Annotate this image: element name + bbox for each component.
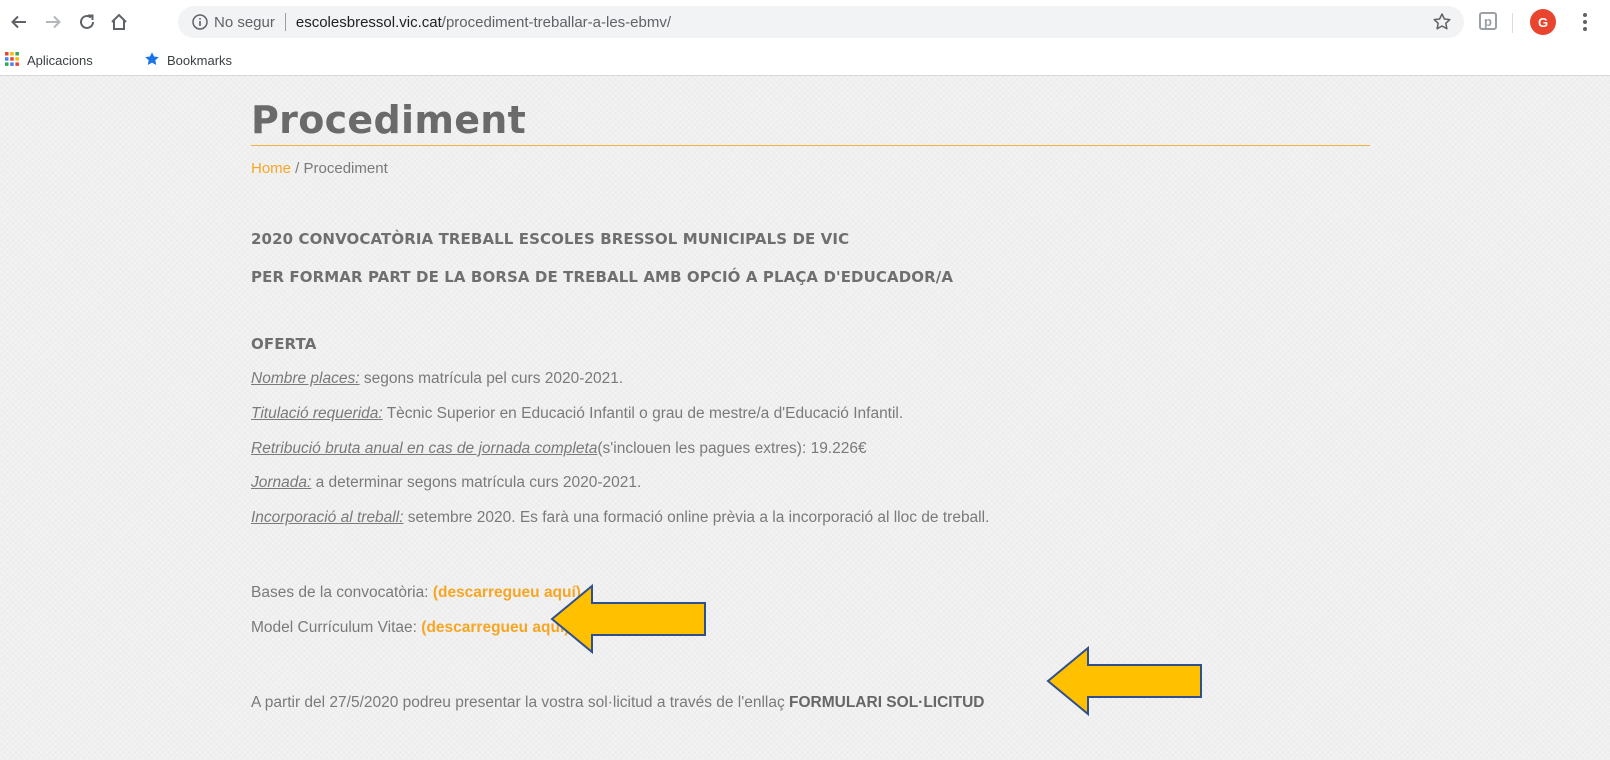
offer-item-text: setembre 2020. Es farà una formació onli… (403, 509, 990, 526)
bookmark-star-icon[interactable] (1432, 12, 1452, 37)
bookmarks-bar: Aplicacions Bookmarks (0, 46, 1610, 76)
offer-item-key: Incorporació al treball: (251, 509, 404, 526)
offer-heading: OFERTA (251, 335, 317, 353)
bookmark-apps[interactable]: Aplicacions (4, 51, 93, 70)
left-arrow-icon (550, 583, 706, 655)
bookmark-folder-label: Bookmarks (167, 53, 233, 68)
security-label[interactable]: No segur (214, 14, 275, 31)
offer-item-text: a determinar segons matrícula curs 2020-… (311, 474, 642, 491)
offer-item: Titulació requerida: Tècnic Superior en … (251, 405, 903, 423)
download-bases-label: Bases de la convocatòria: (251, 584, 433, 601)
page-title: Procediment (251, 98, 527, 142)
convocation-subheading: PER FORMAR PART DE LA BORSA DE TREBALL A… (251, 268, 954, 286)
breadcrumb-separator: / (291, 160, 304, 177)
application-form-link[interactable]: FORMULARI SOL·LICITUD (789, 694, 984, 711)
download-cv: Model Currículum Vitae: (descarregueu aq… (251, 619, 569, 637)
breadcrumb-home-link[interactable]: Home (251, 160, 291, 177)
home-icon[interactable] (106, 9, 132, 35)
address-bar[interactable]: No segur escolesbressol.vic.cat/procedim… (178, 6, 1464, 38)
offer-item: Retribució bruta anual en cas de jornada… (251, 440, 867, 458)
reload-icon[interactable] (74, 9, 100, 35)
forward-icon[interactable] (40, 9, 66, 35)
back-icon[interactable] (6, 9, 32, 35)
star-icon (144, 51, 160, 70)
bookmark-folder[interactable]: Bookmarks (144, 51, 232, 70)
offer-item: Nombre places: segons matrícula pel curs… (251, 370, 623, 388)
browser-toolbar: No segur escolesbressol.vic.cat/procedim… (0, 0, 1610, 46)
offer-item-text: Tècnic Superior en Educació Infantil o g… (382, 405, 904, 422)
offer-item: Incorporació al treball: setembre 2020. … (251, 509, 989, 527)
url-path: /procediment-treballar-a-les-ebmv/ (441, 13, 672, 31)
info-icon[interactable] (192, 14, 208, 30)
title-divider (251, 145, 1370, 146)
download-cv-label: Model Currículum Vitae: (251, 619, 422, 636)
menu-icon[interactable] (1582, 12, 1588, 37)
url-host: escolesbressol.vic.cat (295, 13, 442, 31)
toolbar-divider (1512, 13, 1513, 33)
offer-item-text: (s'inclouen les pagues extres): 19.226€ (597, 440, 867, 457)
apps-grid-icon (4, 51, 20, 70)
page-viewport: Procediment Home / Procediment 2020 CONV… (0, 76, 1610, 760)
convocation-heading: 2020 CONVOCATÒRIA TREBALL ESCOLES BRESSO… (251, 230, 850, 248)
offer-item-text: segons matrícula pel curs 2020-2021. (359, 370, 624, 387)
offer-item: Jornada: a determinar segons matrícula c… (251, 474, 641, 492)
extension-icon[interactable]: p (1479, 12, 1497, 30)
download-bases: Bases de la convocatòria: (descarregueu … (251, 584, 581, 602)
url-text[interactable]: escolesbressol.vic.cat/procediment-treba… (296, 14, 671, 31)
application-text: A partir del 27/5/2020 podreu presentar … (251, 694, 790, 711)
offer-item-key: Retribució bruta anual en cas de jornada… (251, 440, 598, 457)
offer-item-key: Nombre places: (251, 370, 360, 387)
offer-item-key: Jornada: (251, 474, 312, 491)
breadcrumb: Home / Procediment (251, 160, 388, 177)
omnibox-divider (284, 13, 286, 31)
offer-item-key: Titulació requerida: (251, 405, 383, 422)
breadcrumb-current: Procediment (303, 160, 388, 177)
application-instructions: A partir del 27/5/2020 podreu presentar … (251, 694, 984, 712)
profile-avatar[interactable]: G (1530, 9, 1556, 35)
bookmark-apps-label: Aplicacions (27, 53, 93, 68)
left-arrow-icon (1046, 645, 1202, 717)
